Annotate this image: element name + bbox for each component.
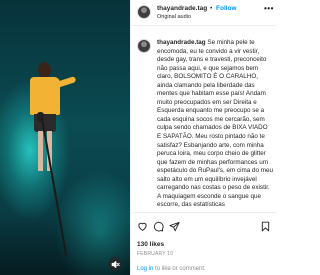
comment-icon[interactable]	[153, 221, 164, 232]
post-date: FEBRUARY 10	[137, 251, 174, 257]
caption: thayandrade.tag Se minha pele te encomod…	[157, 39, 273, 210]
bookmark-icon[interactable]	[260, 221, 271, 232]
share-icon[interactable]	[169, 221, 180, 232]
login-prompt: Log in to like or comment.	[137, 266, 206, 272]
avatar[interactable]	[137, 5, 151, 19]
heart-icon[interactable]	[137, 221, 148, 232]
actions-bar: 130 likes FEBRUARY 10 Log in to like or …	[131, 212, 276, 275]
likes-count[interactable]: 130 likes	[137, 241, 164, 248]
login-prompt-text: to like or comment.	[153, 266, 206, 272]
post-details-panel: thayandrade.tag • Follow Original audio …	[130, 0, 276, 275]
audio-muted-icon[interactable]	[108, 257, 122, 271]
caption-section: thayandrade.tag Se minha pele te encomod…	[131, 30, 276, 212]
username-link[interactable]: thayandrade.tag	[157, 5, 207, 12]
caption-username[interactable]: thayandrade.tag	[157, 39, 206, 46]
separator-dot: •	[210, 5, 213, 12]
post-video[interactable]	[0, 0, 130, 275]
audio-label[interactable]: Original audio	[157, 14, 191, 20]
more-options-icon[interactable]: •••	[264, 4, 274, 13]
caption-avatar[interactable]	[137, 39, 151, 53]
login-link[interactable]: Log in	[137, 266, 153, 272]
post-header: thayandrade.tag • Follow Original audio …	[131, 0, 276, 26]
caption-text: Se minha pele te encomoda, eu te convido…	[157, 39, 274, 209]
follow-button[interactable]: Follow	[216, 5, 237, 12]
